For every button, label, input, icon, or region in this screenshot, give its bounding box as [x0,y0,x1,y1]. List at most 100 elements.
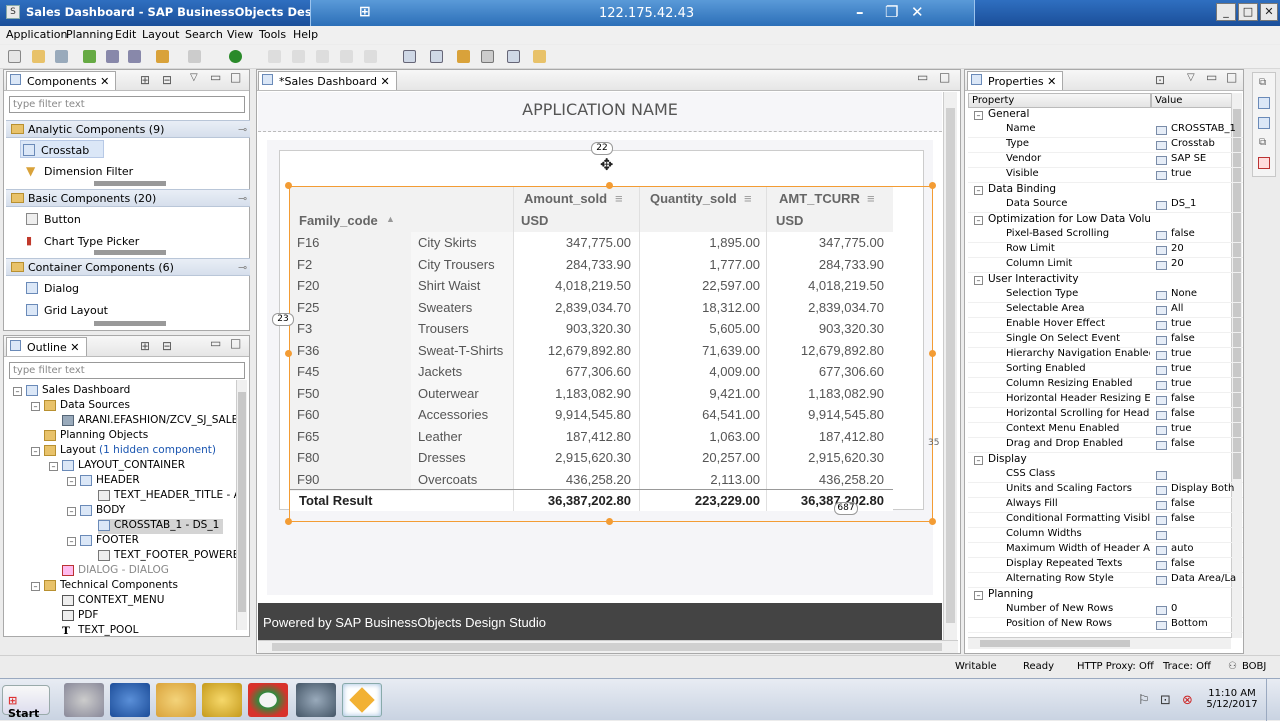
property-value[interactable]: false [1154,333,1236,348]
app-icon[interactable] [296,683,336,717]
frame-icon[interactable] [507,50,520,63]
chrome-icon[interactable] [248,683,288,717]
group-analytic-components[interactable]: Analytic Components (9) ⊸ [6,120,250,138]
new-view-icon[interactable]: ⊞ [140,73,150,87]
property-value[interactable]: false [1154,558,1236,573]
outline-filter-input[interactable]: type filter text [9,362,245,379]
property-value[interactable]: false [1154,513,1236,528]
flag-icon[interactable]: ⚐ [1138,693,1150,708]
tree-node-planning-objects[interactable]: Planning Objects [44,429,148,444]
tree-node-technical[interactable]: Technical Components [44,579,178,594]
tree-node-layout-container[interactable]: LAYOUT_CONTAINER [62,459,185,474]
footer-text[interactable]: Powered by SAP BusinessObjects Design St… [258,603,942,640]
scrollbar[interactable] [94,321,166,326]
property-value[interactable]: false [1154,408,1236,423]
col-header-property[interactable]: Property [968,93,1151,108]
new-icon[interactable] [8,50,21,63]
close-button[interactable]: ✕ [1260,3,1278,21]
status-trace[interactable]: Trace: Off [1163,661,1211,672]
collapse-icon[interactable]: – [31,447,40,456]
property-value[interactable] [1154,468,1236,483]
rdp-close-icon[interactable]: ✕ [911,3,924,21]
volume-icon[interactable]: ⊗ [1182,693,1193,708]
scrollbar[interactable] [94,250,166,255]
collapse-icon[interactable]: – [49,462,58,471]
property-row[interactable]: Units and Scaling Factors Display Both i [968,483,1243,498]
grid-icon[interactable] [106,50,119,63]
component-chart-type-picker[interactable]: ▮ Chart Type Picker [24,232,139,250]
resize-handle[interactable] [285,350,292,357]
components-filter-input[interactable]: type filter text [9,96,245,113]
tree-node-body[interactable]: BODY [80,504,125,519]
resize-handle[interactable] [929,350,936,357]
outline-scrollbar[interactable] [236,380,247,630]
property-category[interactable]: – Data Binding [968,183,1243,198]
editor-maximize-icon[interactable]: □ [939,70,950,84]
powershell-icon[interactable] [110,683,150,717]
property-row[interactable]: Conditional Formatting Visible false [968,513,1243,528]
property-row[interactable]: Always Fill false [968,498,1243,513]
property-value[interactable]: Display Both i [1154,483,1236,498]
property-category[interactable]: – Optimization for Low Data Volume [968,213,1243,228]
property-row[interactable]: Selection Type None [968,288,1243,303]
collapse-all-icon[interactable]: ⊟ [162,339,172,353]
align-center-icon[interactable] [292,50,305,63]
tools-icon[interactable] [202,683,242,717]
menu-layout[interactable]: Layout [142,28,179,41]
component-crosstab[interactable]: Crosstab [20,140,104,158]
property-row[interactable]: Horizontal Header Resizing Enab false [968,393,1243,408]
script-icon[interactable] [457,50,470,63]
panel-maximize-icon[interactable]: □ [1226,70,1237,84]
collapse-icon[interactable]: ⊟ [162,73,172,87]
property-row[interactable]: Maximum Width of Header Area auto [968,543,1243,558]
export-icon[interactable] [481,50,494,63]
property-value[interactable]: true [1154,348,1236,363]
show-desktop-button[interactable] [1266,679,1278,721]
view-icon[interactable] [1258,97,1270,109]
property-row[interactable]: Enable Hover Effect true [968,318,1243,333]
group-basic-components[interactable]: Basic Components (20) ⊸ [6,189,250,207]
menu-view[interactable]: View [227,28,253,41]
property-row[interactable]: Alternating Row Style Data Area/La [968,573,1243,588]
property-value[interactable]: false [1154,393,1236,408]
plugin-icon[interactable] [83,50,96,63]
property-value[interactable]: true [1154,168,1236,183]
restore-icon[interactable]: ⧉ [1259,77,1266,88]
component-button[interactable]: Button [24,210,81,228]
panel-maximize-icon[interactable]: □ [230,336,241,350]
menu-application[interactable]: Application [6,28,67,41]
property-value[interactable]: CROSSTAB_1 [1154,123,1236,138]
property-row[interactable]: Column Limit 20 [968,258,1243,273]
property-value[interactable]: true [1154,423,1236,438]
resize-handle[interactable] [606,182,613,189]
fit-icon[interactable] [403,50,416,63]
menu-edit[interactable]: Edit [115,28,136,41]
property-row[interactable]: Selectable Area All [968,303,1243,318]
property-row[interactable]: Sorting Enabled true [968,363,1243,378]
property-row[interactable]: Name CROSSTAB_1 [968,123,1243,138]
explorer-icon[interactable] [156,683,196,717]
close-icon[interactable]: ✕ [1047,75,1056,88]
rdp-restore-icon[interactable]: ❐ [885,3,898,21]
panel-minimize-icon[interactable]: ▭ [1206,70,1217,84]
align-left-icon[interactable] [268,50,281,63]
editor-vscrollbar[interactable] [943,92,957,640]
tree-node-text-header[interactable]: TEXT_HEADER_TITLE - AP [98,489,247,504]
property-row[interactable]: Column Resizing Enabled true [968,378,1243,393]
menu-tools[interactable]: Tools [259,28,286,41]
properties-hscrollbar[interactable] [968,637,1231,649]
server-manager-icon[interactable] [64,683,104,717]
collapse-icon[interactable]: – [67,507,76,516]
collapse-icon[interactable]: – [67,477,76,486]
property-row[interactable]: Position of New Rows Bottom [968,618,1243,633]
property-value[interactable]: 0 [1154,603,1236,618]
tree-node-context-menu[interactable]: CONTEXT_MENU [62,594,164,609]
resize-handle[interactable] [606,518,613,525]
property-row[interactable]: Drag and Drop Enabled false [968,438,1243,453]
pin-icon[interactable]: ⊸ [238,261,247,274]
minimize-button[interactable]: _ [1216,3,1236,21]
panel-minimize-icon[interactable]: ▭ [210,70,221,84]
pin-icon[interactable]: ⊞ [359,4,371,20]
component-grid-layout[interactable]: Grid Layout [24,301,108,319]
view-icon[interactable] [1258,117,1270,129]
